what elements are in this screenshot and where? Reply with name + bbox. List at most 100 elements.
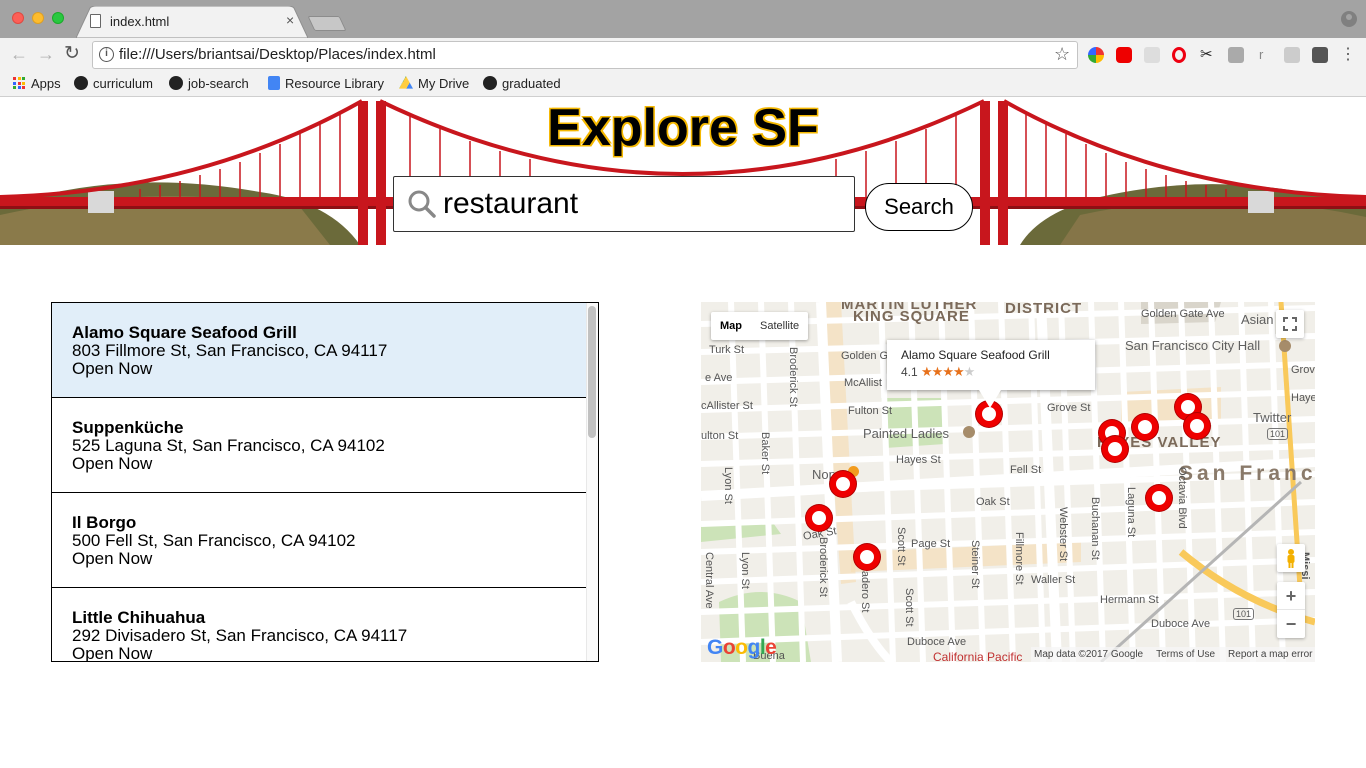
window-maximize-button[interactable] <box>52 12 64 24</box>
street-label: Golden Gate Ave <box>1141 308 1225 320</box>
zoom-out-button[interactable]: − <box>1277 610 1305 638</box>
zoom-in-button[interactable]: + <box>1277 582 1305 610</box>
google-logo: Google <box>707 636 777 659</box>
street-label: Broderick St <box>817 537 829 597</box>
street-label: Laguna St <box>1125 487 1137 538</box>
film-icon[interactable] <box>1312 47 1328 63</box>
street-label: Fell St <box>1010 464 1042 476</box>
street-label: Oak St <box>976 496 1010 508</box>
map-label: Painted Ladies <box>863 426 950 441</box>
google-docs-icon <box>268 76 280 90</box>
chrome-extension-icon[interactable] <box>1088 47 1104 63</box>
route-shield: 101 <box>1267 428 1289 440</box>
google-drive-icon <box>399 76 413 89</box>
street-label: Hayes St <box>896 454 941 466</box>
terms-of-use-link[interactable]: Terms of Use <box>1156 647 1215 662</box>
extension-icon[interactable] <box>1144 47 1160 63</box>
street-label: Grove S <box>1291 364 1315 376</box>
reload-icon[interactable]: ↻ <box>64 44 80 63</box>
result-item[interactable]: Little Chihuahua 292 Divisadero St, San … <box>52 588 586 662</box>
youtube-extension-icon[interactable] <box>1116 47 1132 63</box>
pegman-icon <box>1287 549 1295 568</box>
map-marker[interactable] <box>1146 485 1172 511</box>
street-label: California Pacific <box>933 650 1023 662</box>
url-text[interactable]: file:///Users/briantsai/Desktop/Places/i… <box>119 46 436 63</box>
result-item[interactable]: Il Borgo 500 Fell St, San Francisco, CA … <box>52 493 586 588</box>
map-marker[interactable] <box>1184 413 1210 439</box>
result-status: Open Now <box>72 644 153 662</box>
bookmark-graduated[interactable]: graduated <box>483 75 561 91</box>
map-marker[interactable] <box>1132 414 1158 440</box>
route-shield: 101 <box>1233 608 1255 620</box>
street-view-button[interactable] <box>1277 544 1305 572</box>
street-label: cAllister St <box>701 400 753 412</box>
extension-icon[interactable] <box>1284 47 1300 63</box>
fullscreen-button[interactable] <box>1276 310 1304 338</box>
back-arrow-icon[interactable]: ← <box>10 45 28 63</box>
map-label: KING SQUARE <box>853 308 970 325</box>
bookmark-apps[interactable]: Apps <box>12 75 61 91</box>
street-label: Buchanan St <box>1089 497 1101 560</box>
map-type-satellite-button[interactable]: Satellite <box>751 312 808 340</box>
scissors-icon[interactable]: ✂ <box>1200 47 1216 63</box>
search-button[interactable]: Search <box>865 183 973 231</box>
bookmark-star-icon[interactable]: ☆ <box>1054 44 1070 65</box>
street-label: Waller St <box>1031 574 1076 586</box>
opera-extension-icon[interactable] <box>1172 47 1186 63</box>
map-marker[interactable] <box>854 544 880 570</box>
result-name: Little Chihuahua <box>72 608 206 627</box>
street-label: Golden G <box>841 350 889 362</box>
star-empty-icon: ★ <box>963 364 976 379</box>
report-map-error-link[interactable]: Report a map error <box>1228 647 1312 662</box>
bookmark-my-drive[interactable]: My Drive <box>399 75 469 91</box>
r-extension-icon[interactable]: r <box>1259 47 1275 63</box>
map-label: San Franc <box>1179 462 1315 485</box>
street-label: e Ave <box>705 372 733 384</box>
map-label: Twitter <box>1253 410 1292 425</box>
forward-arrow-icon[interactable]: → <box>37 45 55 63</box>
info-icon[interactable]: i <box>99 47 114 62</box>
camera-icon[interactable] <box>1228 47 1244 63</box>
map-data-attribution: Map data ©2017 Google <box>1034 649 1144 660</box>
window-minimize-button[interactable] <box>32 12 44 24</box>
map-type-control: Map Satellite <box>711 312 809 340</box>
map[interactable]: MARTIN LUTHER KING SQUARE DISTRICT HAYES… <box>701 302 1315 662</box>
street-label: Scott St <box>895 527 907 566</box>
result-item[interactable]: Suppenküche 525 Laguna St, San Francisco… <box>52 398 586 493</box>
result-address: 500 Fell St, San Francisco, CA 94102 <box>72 531 356 550</box>
results-list: Alamo Square Seafood Grill 803 Fillmore … <box>51 302 599 662</box>
landmark-icon <box>1279 340 1291 352</box>
github-icon <box>483 76 497 90</box>
github-icon <box>169 76 183 90</box>
street-label: Scott St <box>903 588 915 627</box>
map-label: San Francisco City Hall <box>1125 338 1261 353</box>
page-title: Explore SF <box>547 99 819 157</box>
map-marker[interactable] <box>806 505 832 531</box>
map-footer: Map data ©2017 Google Terms of Use Repor… <box>1031 647 1315 662</box>
street-label: Page St <box>911 538 951 550</box>
info-window-name: Alamo Square Seafood Grill <box>901 348 1050 362</box>
street-label: Hermann St <box>1100 594 1159 606</box>
bookmark-job-search[interactable]: job-search <box>169 75 249 91</box>
file-icon <box>90 14 101 28</box>
map-info-window[interactable]: Alamo Square Seafood Grill 4.1 ★★★★★ <box>887 340 1095 408</box>
bookmark-resource-library[interactable]: Resource Library <box>268 75 384 91</box>
street-label: Fulton St <box>848 405 893 417</box>
profile-icon[interactable] <box>1341 11 1357 27</box>
map-marker[interactable] <box>1102 436 1128 462</box>
map-marker[interactable] <box>830 471 856 497</box>
result-name: Alamo Square Seafood Grill <box>72 323 297 342</box>
search-input[interactable] <box>443 186 843 222</box>
scrollbar-thumb[interactable] <box>588 306 596 438</box>
star-rating-icon: ★★★★ <box>921 364 965 379</box>
bookmark-curriculum[interactable]: curriculum <box>74 75 153 91</box>
new-tab-button[interactable] <box>307 16 347 31</box>
tab-close-icon[interactable]: × <box>286 12 294 28</box>
street-label: Lyon St <box>739 552 751 589</box>
map-type-map-button[interactable]: Map <box>711 312 751 340</box>
rating-value: 4.1 <box>901 365 918 379</box>
window-close-button[interactable] <box>12 12 24 24</box>
street-label: Central Ave <box>703 552 715 609</box>
menu-icon[interactable]: ⋮ <box>1340 47 1356 63</box>
result-item[interactable]: Alamo Square Seafood Grill 803 Fillmore … <box>52 303 586 398</box>
